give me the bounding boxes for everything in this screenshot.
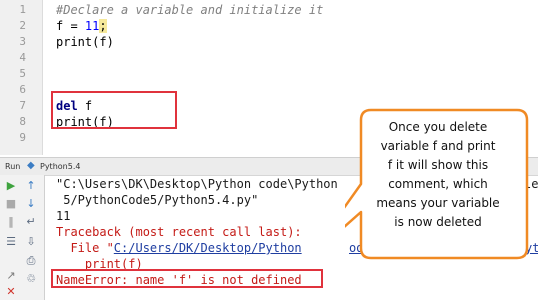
stop-icon[interactable]: ■ <box>4 198 18 210</box>
callout-text: Once you delete variable f and print f i… <box>360 118 516 232</box>
pin-icon[interactable]: ↗ <box>4 270 18 282</box>
scroll-down-icon[interactable]: ↓ <box>24 198 38 210</box>
console-file-prefix: File " <box>56 241 114 255</box>
callout-line: is now deleted <box>394 215 482 229</box>
run-label: Run <box>5 162 21 171</box>
highlight-box-del-statement <box>51 91 177 129</box>
clear-all-icon[interactable]: ♲ <box>24 273 38 285</box>
close-icon[interactable]: ✕ <box>4 286 18 298</box>
console-line-command-cont: 5/PythonCode5/Python5.4.py" <box>56 193 259 207</box>
python-icon: ◆ <box>27 160 35 171</box>
callout-line: means your variable <box>376 196 500 210</box>
line-number: 5 <box>19 67 26 80</box>
run-toolbar: ▶ ↑ ■ ↓ ‖ ↵ ☰ ⇩ ⎙ ↗ ♲ ✕ <box>0 175 45 300</box>
highlight-box-name-error <box>51 269 323 288</box>
line-number: 9 <box>19 131 26 144</box>
line-number-gutter: 1 2 3 4 5 6 7 8 9 <box>0 0 43 155</box>
line-number: 8 <box>19 115 26 128</box>
print-icon[interactable]: ⎙ <box>24 255 38 267</box>
line-number: 2 <box>19 19 26 32</box>
console-line-output: 11 <box>56 209 71 223</box>
line-number: 1 <box>19 3 26 16</box>
code-assignment: f = <box>56 19 85 33</box>
console-traceback: Traceback (most recent call last): <box>56 225 302 239</box>
code-semicolon: ; <box>99 19 107 33</box>
console-file-line: File "C:/Users/DK/Desktop/Python <box>56 240 302 256</box>
line-number: 7 <box>19 99 26 112</box>
pause-icon[interactable]: ‖ <box>4 216 18 228</box>
scroll-up-icon[interactable]: ↑ <box>24 180 38 192</box>
line-number: 3 <box>19 35 26 48</box>
traceback-file-link[interactable]: C:/Users/DK/Desktop/Python <box>114 241 302 255</box>
soft-wrap-icon[interactable]: ↵ <box>24 216 38 228</box>
code-line-2[interactable]: f = 11; <box>56 18 107 34</box>
dump-threads-icon[interactable]: ☰ <box>4 236 18 248</box>
callout-line: comment, which <box>388 177 488 191</box>
callout-line: variable f and print <box>380 139 496 153</box>
rerun-icon[interactable]: ▶ <box>4 180 18 192</box>
callout-line: Once you delete <box>388 120 488 134</box>
console-line-command: "C:\Users\DK\Desktop\Python code\Python <box>56 177 338 191</box>
code-number: 11 <box>84 19 100 33</box>
run-tab-python5-4[interactable]: Python5.4 <box>40 162 80 171</box>
code-line-3[interactable]: print(f) <box>56 34 114 50</box>
callout-line: f it will show this <box>387 158 489 172</box>
code-line-1[interactable]: #Declare a variable and initialize it <box>56 2 323 18</box>
line-number: 4 <box>19 51 26 64</box>
scroll-to-end-icon[interactable]: ⇩ <box>24 236 38 248</box>
line-number: 6 <box>19 83 26 96</box>
code-comment: #Declare a variable and initialize it <box>56 3 324 17</box>
